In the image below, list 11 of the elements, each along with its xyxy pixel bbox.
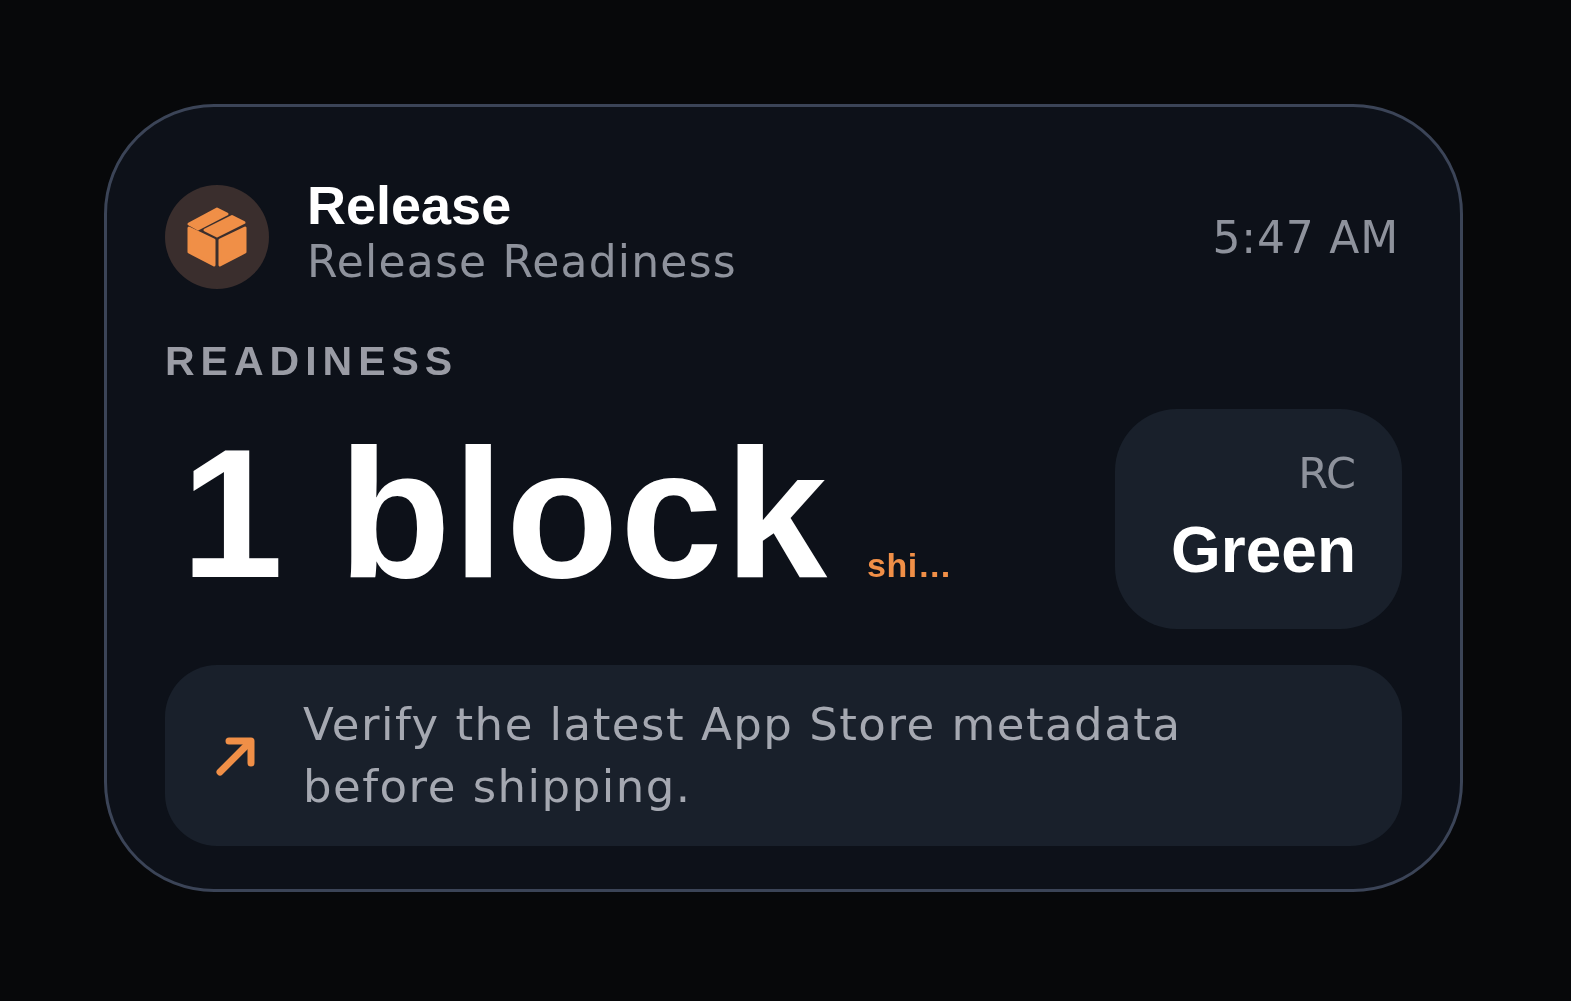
metric-label: READINESS xyxy=(165,337,459,385)
timestamp: 5:47 AM xyxy=(1212,211,1399,263)
hint-text: Verify the latest App Store metadata before shipping. xyxy=(303,696,1183,815)
metric-note: shi… xyxy=(867,546,953,585)
app-name: Release xyxy=(307,175,512,235)
arrow-up-right-icon xyxy=(216,735,256,776)
status-value: Green xyxy=(1171,513,1356,587)
status-label: RC xyxy=(1298,447,1356,499)
metric-value: 1 block xyxy=(181,413,830,613)
package-icon xyxy=(165,185,269,289)
notification-subtitle: Release Readiness xyxy=(307,235,737,289)
